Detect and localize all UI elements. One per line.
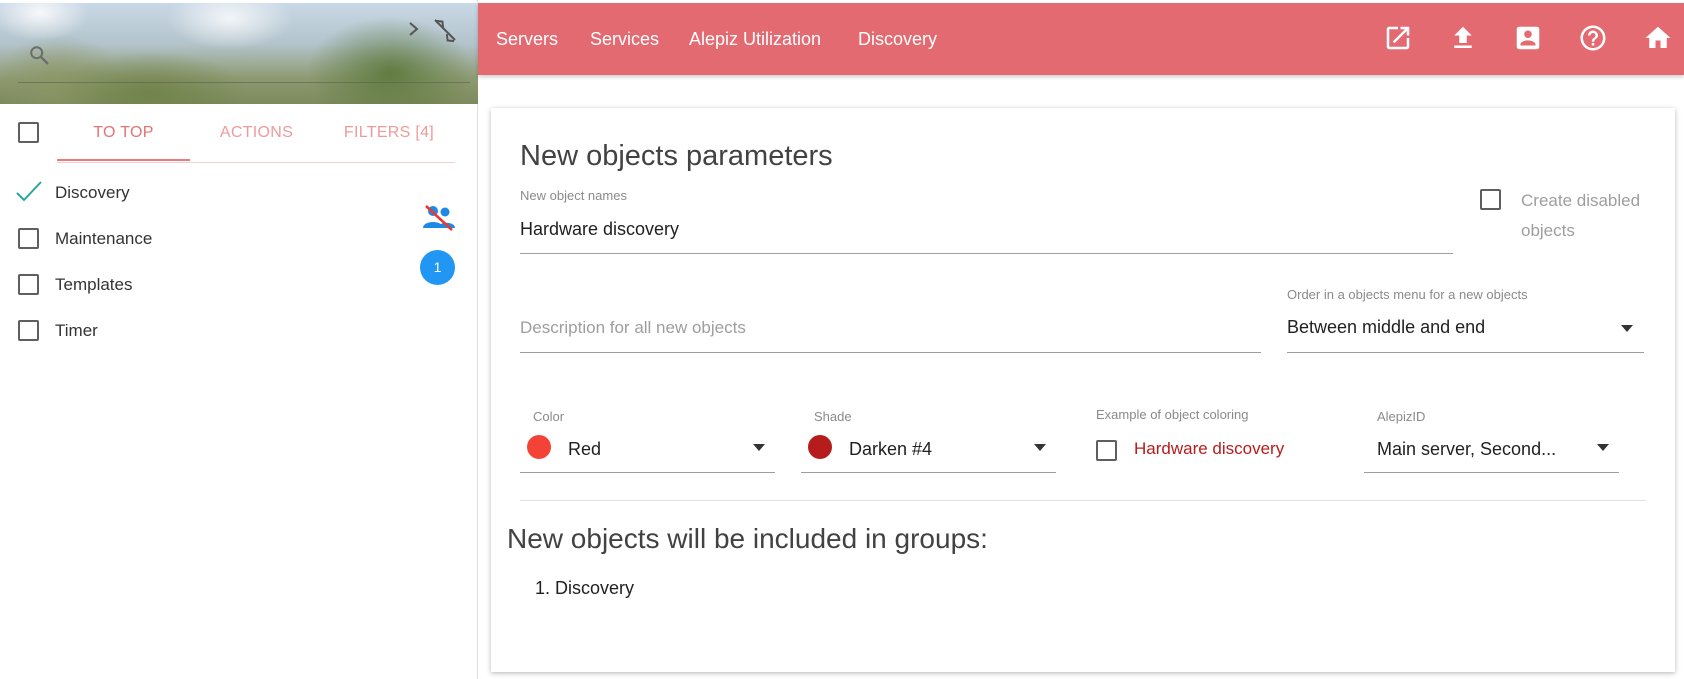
chevron-down-icon[interactable] bbox=[1034, 444, 1046, 451]
top-navigation: Servers Services Alepiz Utilization Disc… bbox=[478, 3, 1684, 75]
new-objects-card: New objects parameters New object names … bbox=[491, 108, 1675, 672]
count-badge[interactable]: 1 bbox=[420, 250, 455, 285]
list-item[interactable]: Templates bbox=[0, 262, 478, 308]
object-sidebar: TO TOP ACTIONS FILTERS [4] Discovery Mai… bbox=[0, 0, 478, 679]
shade-select[interactable]: Darken #4 bbox=[849, 439, 932, 460]
search-input-underline[interactable] bbox=[18, 82, 470, 83]
alepizid-underline bbox=[1364, 472, 1619, 473]
account-box-icon[interactable] bbox=[1513, 23, 1543, 53]
open-in-new-icon[interactable] bbox=[1383, 23, 1413, 53]
sidebar-header-image bbox=[0, 3, 478, 104]
list-item[interactable]: Timer bbox=[0, 308, 478, 354]
list-item-label: Discovery bbox=[55, 183, 130, 202]
nav-alepiz-utilization[interactable]: Alepiz Utilization bbox=[689, 3, 821, 75]
object-names-input[interactable]: Hardware discovery bbox=[520, 219, 679, 240]
color-underline bbox=[520, 472, 775, 473]
chevron-down-icon[interactable] bbox=[753, 444, 765, 451]
list-item-label: Timer bbox=[55, 321, 98, 340]
page-title: New objects parameters bbox=[520, 140, 833, 172]
alepizid-label: AlepizID bbox=[1377, 409, 1426, 424]
object-names-label: New object names bbox=[520, 188, 627, 203]
order-underline bbox=[1287, 352, 1644, 353]
shade-label: Shade bbox=[814, 409, 852, 424]
chevron-down-icon[interactable] bbox=[1597, 444, 1609, 451]
help-icon[interactable] bbox=[1578, 23, 1608, 53]
description-input[interactable]: Description for all new objects bbox=[520, 318, 746, 338]
list-item-checkbox[interactable] bbox=[18, 228, 39, 249]
active-tab-indicator bbox=[57, 159, 190, 161]
sidebar-tabs: TO TOP ACTIONS FILTERS [4] bbox=[0, 104, 478, 163]
select-all-checkbox[interactable] bbox=[18, 122, 39, 143]
tab-actions[interactable]: ACTIONS bbox=[190, 104, 323, 162]
search-icon[interactable] bbox=[28, 44, 50, 66]
groups-title: New objects will be included in groups: bbox=[507, 523, 988, 554]
group-item: 1. Discovery bbox=[535, 578, 635, 598]
upload-icon[interactable] bbox=[1448, 23, 1478, 53]
divider bbox=[520, 500, 1646, 501]
shade-underline bbox=[801, 472, 1056, 473]
object-list: Discovery Maintenance Templates Timer bbox=[0, 170, 478, 354]
tabs-divider bbox=[57, 162, 455, 163]
chevron-down-icon[interactable] bbox=[1621, 325, 1633, 332]
list-item-checkbox[interactable] bbox=[18, 274, 39, 295]
order-select[interactable]: Between middle and end bbox=[1287, 317, 1485, 338]
create-disabled-checkbox[interactable] bbox=[1480, 189, 1501, 210]
description-underline bbox=[520, 352, 1261, 353]
nav-servers[interactable]: Servers bbox=[496, 3, 558, 75]
chevron-right-icon[interactable] bbox=[404, 19, 424, 39]
create-disabled-label: Create disabled objects bbox=[1521, 191, 1641, 240]
list-item[interactable]: Maintenance bbox=[0, 216, 478, 262]
unfold-less-icon[interactable] bbox=[432, 17, 458, 43]
checkmark-icon[interactable] bbox=[14, 178, 44, 206]
example-label: Example of object coloring bbox=[1096, 407, 1249, 422]
alepizid-select[interactable]: Main server, Second... bbox=[1377, 439, 1556, 460]
tab-filters[interactable]: FILTERS [4] bbox=[323, 104, 455, 162]
order-label: Order in a objects menu for a new object… bbox=[1287, 287, 1528, 302]
nav-discovery[interactable]: Discovery bbox=[858, 3, 937, 75]
color-label: Color bbox=[533, 409, 565, 424]
color-select[interactable]: Red bbox=[568, 439, 601, 460]
list-item[interactable]: Discovery bbox=[0, 170, 478, 216]
list-item-label: Templates bbox=[55, 275, 133, 294]
list-item-checkbox[interactable] bbox=[18, 320, 39, 341]
example-checkbox[interactable] bbox=[1096, 440, 1117, 461]
users-off-icon[interactable] bbox=[420, 202, 458, 234]
color-swatch bbox=[527, 435, 551, 459]
list-item-label: Maintenance bbox=[55, 229, 153, 248]
example-text: Hardware discovery bbox=[1134, 439, 1285, 458]
shade-swatch bbox=[808, 435, 832, 459]
object-names-underline bbox=[520, 253, 1453, 254]
home-icon[interactable] bbox=[1643, 23, 1673, 53]
tab-to-top[interactable]: TO TOP bbox=[57, 104, 190, 162]
nav-services[interactable]: Services bbox=[590, 3, 659, 75]
